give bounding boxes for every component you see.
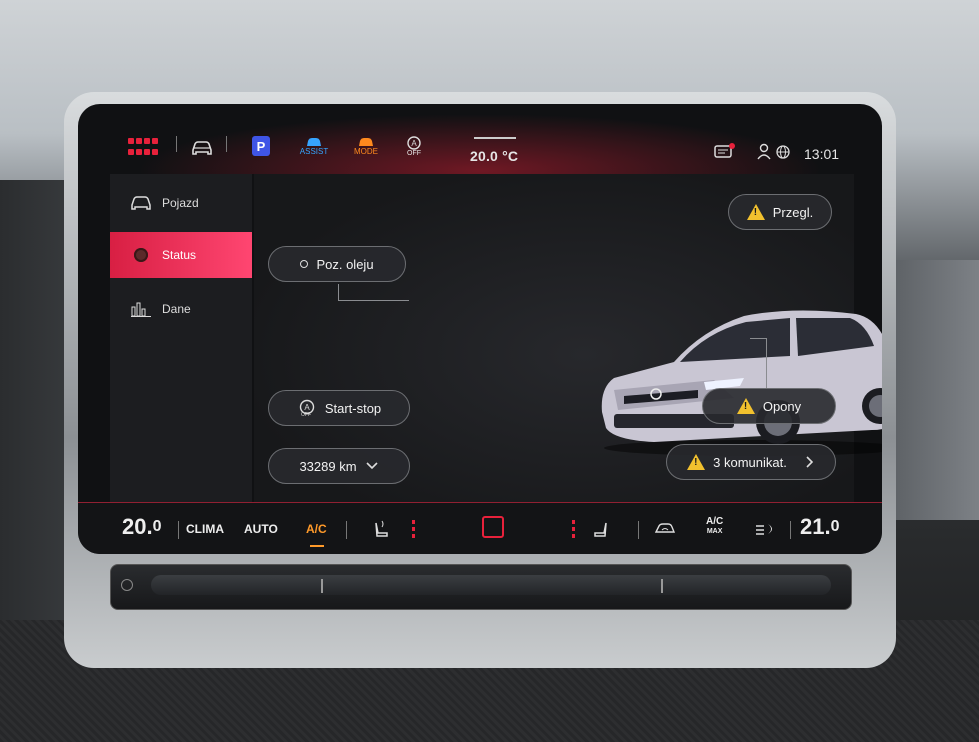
climate-divider (178, 521, 179, 539)
oil-connector-line (338, 284, 409, 301)
start-stop-off-icon[interactable]: A OFF (406, 136, 422, 160)
globe-icon (776, 140, 790, 164)
sidebar-item-label: Status (162, 248, 197, 262)
car-icon[interactable] (190, 136, 214, 160)
climate-bar: 20. 0 CLIMA AUTO A/C A/C MAX 21. 0 (78, 502, 882, 554)
warning-icon (746, 204, 765, 220)
ac-max-label-bottom: MAX (706, 528, 723, 535)
car-icon (130, 195, 152, 211)
chevron-right-icon (806, 456, 813, 468)
left-temperature[interactable]: 20. 0 (122, 514, 162, 539)
tires-connector-line (750, 338, 767, 389)
start-stop-icon: AOFF (299, 399, 315, 417)
sidebar-item-label: Dane (162, 302, 191, 316)
oil-status-icon (300, 260, 309, 268)
mode-icon[interactable]: MODE (352, 136, 380, 160)
recirculation-icon[interactable] (654, 517, 676, 541)
right-temp-value: 21. (800, 514, 831, 539)
assist-label: ASSIST (299, 147, 329, 156)
climate-divider (346, 521, 347, 539)
odometer-button[interactable]: 33289 km (268, 448, 410, 484)
messages-button[interactable]: 3 komunikat. (666, 444, 836, 480)
outside-temperature: 20.0 °C (470, 148, 519, 164)
message-icon[interactable] (714, 140, 736, 164)
sidebar-item-pojazd[interactable]: Pojazd (110, 180, 252, 226)
tires-button[interactable]: Opony (702, 388, 836, 424)
svg-text:A: A (304, 403, 310, 412)
defrost-button[interactable] (482, 515, 504, 539)
left-temp-value: 20. (122, 514, 153, 539)
status-divider (226, 136, 227, 152)
clima-button[interactable]: CLIMA (186, 517, 224, 541)
right-temp-decimal: 0 (830, 518, 840, 535)
mode-label: MODE (354, 147, 378, 156)
seat-heat-right-level (572, 517, 575, 541)
slider-tick (321, 579, 323, 593)
ac-max-label-top: A/C (706, 516, 724, 527)
oil-level-button[interactable]: Poz. oleju (268, 246, 406, 282)
temp-indicator-line (474, 137, 516, 139)
service-button[interactable]: Przegl. (728, 194, 832, 230)
power-icon[interactable] (121, 579, 133, 591)
off-label: OFF (407, 150, 421, 157)
ac-button[interactable]: A/C (306, 517, 327, 541)
profile-icon[interactable] (756, 140, 772, 164)
messages-label: 3 komunikat. (713, 454, 787, 470)
odometer-value: 33289 km (299, 458, 357, 474)
temperature-slider[interactable] (151, 575, 831, 595)
oil-level-label: Poz. oleju (316, 256, 374, 272)
svg-text:OFF: OFF (301, 412, 311, 417)
clock: 13:01 (804, 146, 840, 162)
bar-chart-icon (130, 301, 152, 317)
infotainment-screen: P ASSIST MODE A OFF 20.0 °C 13:01 Pojazd… (78, 104, 882, 554)
seat-heat-left-level (412, 517, 415, 541)
parking-icon[interactable]: P (252, 136, 270, 156)
warning-icon (736, 398, 755, 414)
parking-label: P (256, 138, 266, 154)
start-stop-label: Start-stop (324, 400, 382, 416)
seat-heat-left-icon[interactable] (372, 517, 390, 541)
ac-max-button[interactable]: A/C MAX (706, 517, 723, 541)
sidebar-item-status[interactable]: Status (110, 232, 252, 278)
left-temp-decimal: 0 (152, 518, 162, 535)
vehicle-image (601, 310, 882, 456)
status-divider (176, 136, 177, 152)
climate-divider (790, 521, 791, 539)
seat-heat-right-icon[interactable] (592, 517, 610, 541)
tires-label: Opony (762, 398, 802, 414)
warning-icon (687, 454, 706, 470)
svg-text:A: A (411, 139, 417, 148)
chevron-down-icon (365, 462, 378, 470)
climate-divider (638, 521, 639, 539)
auto-button[interactable]: AUTO (244, 517, 278, 541)
apps-grid-icon[interactable] (128, 136, 162, 156)
service-label: Przegl. (772, 204, 814, 220)
sidebar-item-dane[interactable]: Dane (110, 286, 252, 332)
touch-slider-bar (110, 564, 852, 610)
ac-active-indicator (310, 545, 324, 547)
right-temperature[interactable]: 21. 0 (800, 514, 840, 539)
fan-icon[interactable] (754, 517, 778, 541)
start-stop-button[interactable]: A OFF Start-stop (268, 390, 410, 426)
vehicle-status-panel: Poz. oleju A OFF Start-stop 33289 km ! P… (254, 174, 882, 502)
sidebar-item-label: Pojazd (162, 196, 199, 210)
sidebar: Pojazd Status Dane (110, 174, 252, 502)
slider-tick (661, 579, 663, 593)
status-bar: P ASSIST MODE A OFF 20.0 °C 13:01 (78, 104, 882, 174)
status-dot-icon (130, 247, 152, 263)
assist-icon[interactable]: ASSIST (300, 136, 328, 160)
